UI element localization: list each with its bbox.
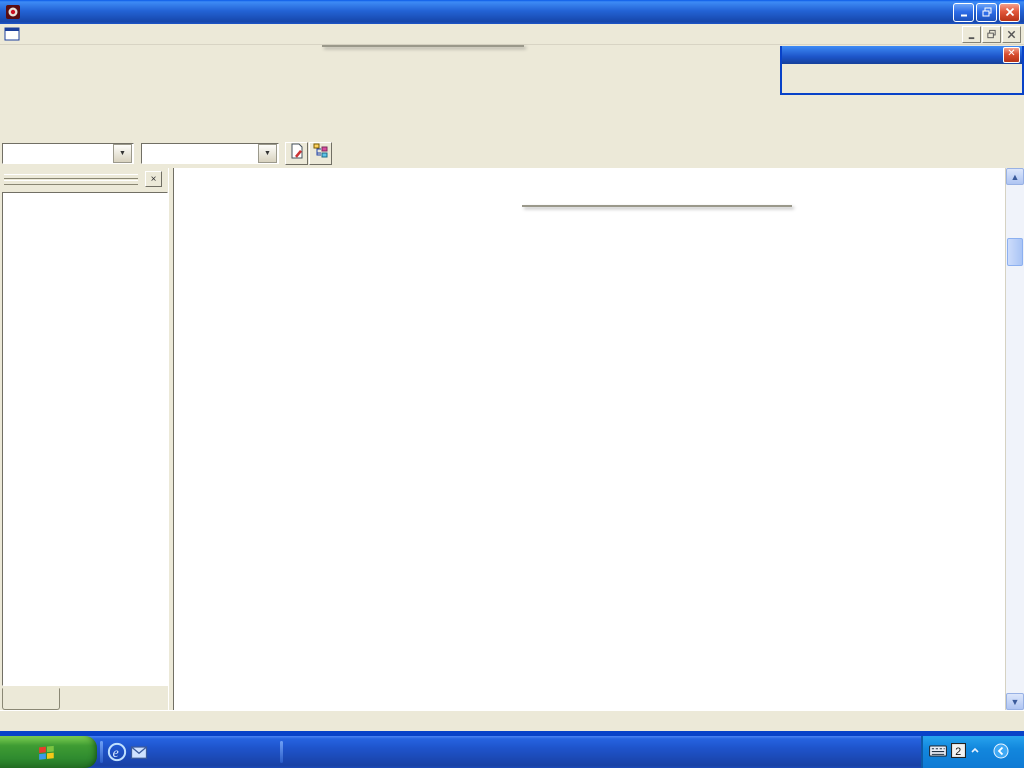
statement-edit-button[interactable] bbox=[285, 142, 308, 165]
device-combobox[interactable]: ▼ bbox=[141, 143, 279, 164]
panel-close-icon[interactable]: × bbox=[145, 171, 162, 187]
close-button[interactable] bbox=[999, 3, 1020, 22]
tree-view-icon bbox=[313, 143, 329, 164]
scrollbar-thumb[interactable] bbox=[1007, 238, 1023, 266]
svg-text:e: e bbox=[113, 745, 119, 760]
keyboard-icon[interactable] bbox=[929, 744, 947, 761]
restore-button[interactable] bbox=[976, 3, 997, 22]
svg-text:2: 2 bbox=[955, 746, 961, 758]
chevron-down-icon[interactable]: ▼ bbox=[113, 144, 132, 163]
scroll-up-icon[interactable]: ▲ bbox=[1006, 168, 1024, 185]
windows-logo-icon bbox=[38, 743, 56, 761]
project-tab[interactable] bbox=[2, 688, 60, 710]
app-icon bbox=[5, 4, 21, 20]
panel-grip[interactable] bbox=[4, 174, 138, 179]
doc-pencil-icon bbox=[289, 143, 305, 164]
minimize-button[interactable] bbox=[953, 3, 974, 22]
statusbar bbox=[0, 710, 1024, 731]
panel-grip[interactable] bbox=[4, 180, 138, 185]
gx-developer-window: ▼ ▼ × ▲ ▼ ✕ bbox=[0, 0, 1024, 768]
chevron-down-icon[interactable]: ▼ bbox=[258, 144, 277, 163]
monitor-status-titlebar[interactable]: ✕ bbox=[782, 46, 1022, 64]
online-menu bbox=[322, 45, 524, 47]
data-switch-toolbar: ▼ ▼ bbox=[2, 142, 333, 165]
internet-explorer-icon[interactable]: e bbox=[106, 741, 128, 763]
program-combobox[interactable]: ▼ bbox=[2, 143, 134, 164]
taskband-divider bbox=[280, 741, 283, 763]
project-panel: × bbox=[0, 168, 170, 710]
quicklaunch-divider bbox=[100, 741, 103, 763]
hide-icons-icon[interactable] bbox=[970, 745, 980, 760]
mdi-minimize-button[interactable] bbox=[962, 26, 981, 43]
ime-indicator-icon[interactable]: 2 bbox=[951, 743, 966, 761]
system-tray: 2 bbox=[921, 736, 1024, 768]
monitor-close-icon[interactable]: ✕ bbox=[1003, 47, 1020, 63]
menubar bbox=[0, 24, 1024, 45]
monitor-submenu bbox=[522, 205, 792, 207]
tray-chevron-icon[interactable] bbox=[993, 743, 1009, 762]
vertical-scrollbar[interactable]: ▲ ▼ bbox=[1005, 168, 1024, 710]
ladder-editor[interactable] bbox=[173, 168, 1006, 710]
mdi-restore-button[interactable] bbox=[982, 26, 1001, 43]
titlebar[interactable] bbox=[0, 0, 1024, 24]
project-data-list-button[interactable] bbox=[309, 142, 332, 165]
monitor-status-window: ✕ bbox=[780, 46, 1024, 95]
scroll-down-icon[interactable]: ▼ bbox=[1006, 693, 1024, 710]
outlook-express-icon[interactable] bbox=[128, 741, 150, 763]
taskbar: e 2 bbox=[0, 736, 1024, 768]
mdi-child-icon[interactable] bbox=[4, 27, 20, 41]
project-tree[interactable] bbox=[2, 192, 168, 686]
mdi-close-button[interactable] bbox=[1002, 26, 1021, 43]
start-button[interactable] bbox=[0, 736, 97, 768]
tray-icons: 2 bbox=[929, 743, 980, 761]
